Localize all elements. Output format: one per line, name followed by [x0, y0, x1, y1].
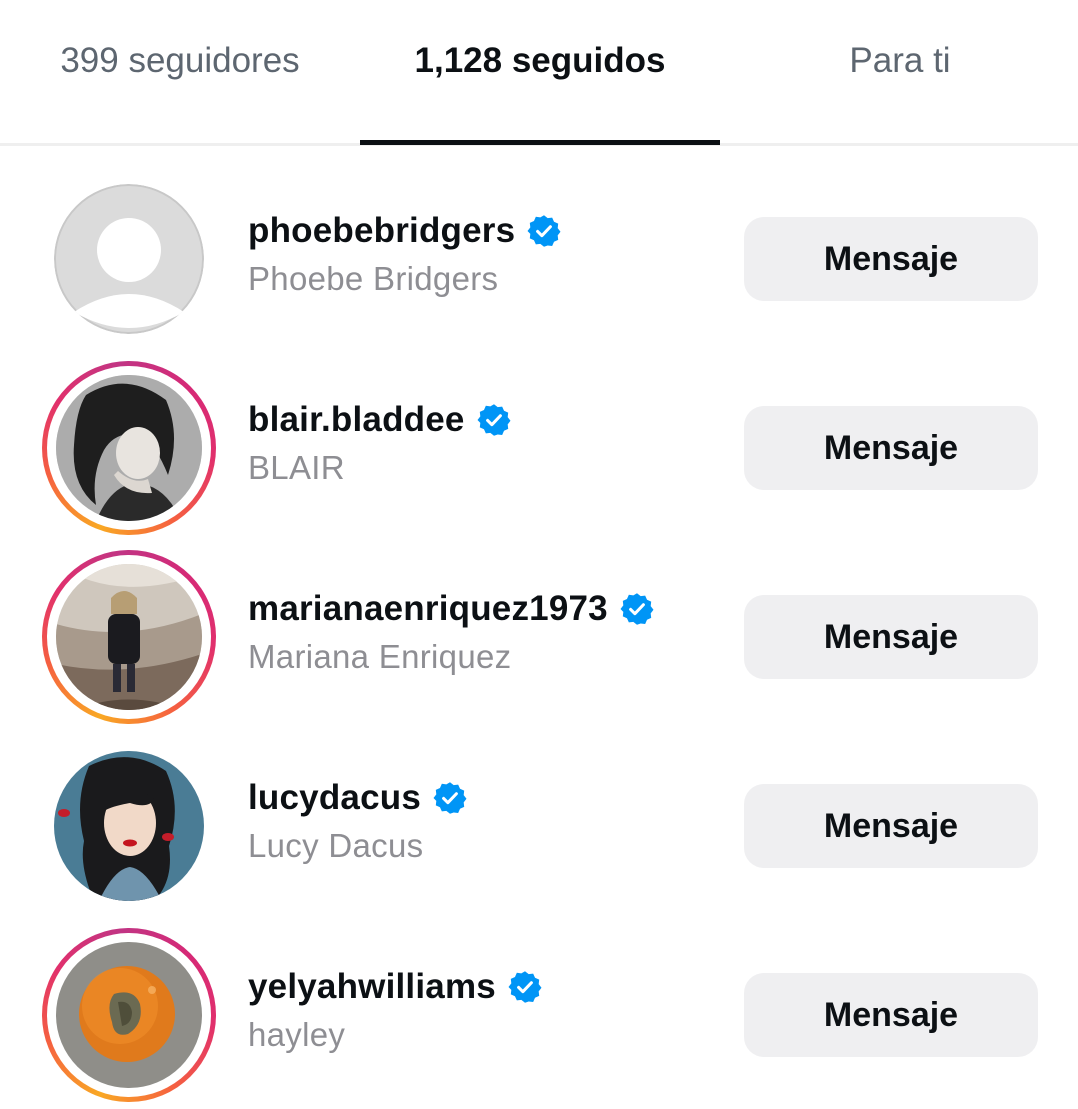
verified-badge-icon [527, 214, 561, 248]
message-button[interactable]: Mensaje [744, 406, 1038, 490]
full-name: Phoebe Bridgers [248, 260, 499, 297]
tab-for-you[interactable]: Para ti [720, 0, 1078, 143]
avatar[interactable] [42, 172, 216, 346]
tab-followers[interactable]: 399 seguidores [0, 0, 360, 143]
full-name: hayley [248, 1016, 346, 1053]
list-item[interactable]: lucydacus Lucy Dacus Mensaje [0, 731, 1078, 920]
active-tab-indicator [360, 140, 720, 145]
full-name: Lucy Dacus [248, 827, 424, 864]
avatar[interactable] [42, 739, 216, 913]
list-item[interactable]: phoebebridgers Phoebe Bridgers Mensaje [0, 164, 1078, 353]
avatar [56, 375, 202, 521]
default-avatar-icon [54, 184, 204, 334]
avatar-story-ring[interactable] [42, 928, 216, 1102]
avatar [56, 564, 202, 710]
verified-badge-icon [508, 970, 542, 1004]
list-item[interactable]: yelyahwilliams hayley Mensaje [0, 920, 1078, 1109]
message-button[interactable]: Mensaje [744, 784, 1038, 868]
verified-badge-icon [433, 781, 467, 815]
username[interactable]: marianaenriquez1973 [248, 589, 608, 629]
message-button[interactable]: Mensaje [744, 217, 1038, 301]
username[interactable]: phoebebridgers [248, 211, 515, 251]
verified-badge-icon [620, 592, 654, 626]
tab-following[interactable]: 1,128 seguidos [360, 0, 720, 143]
avatar-story-ring[interactable] [42, 361, 216, 535]
username[interactable]: yelyahwilliams [248, 967, 496, 1007]
following-list: phoebebridgers Phoebe Bridgers Mensaje b… [0, 164, 1078, 1109]
verified-badge-icon [477, 403, 511, 437]
message-button[interactable]: Mensaje [744, 973, 1038, 1057]
full-name: Mariana Enriquez [248, 638, 512, 675]
avatar-story-ring[interactable] [42, 550, 216, 724]
username[interactable]: lucydacus [248, 778, 421, 818]
message-button[interactable]: Mensaje [744, 595, 1038, 679]
list-item[interactable]: marianaenriquez1973 Mariana Enriquez Men… [0, 542, 1078, 731]
list-item[interactable]: blair.bladdee BLAIR Mensaje [0, 353, 1078, 542]
tab-bar: 399 seguidores 1,128 seguidos Para ti [0, 0, 1078, 146]
full-name: BLAIR [248, 449, 345, 486]
avatar [56, 942, 202, 1088]
username[interactable]: blair.bladdee [248, 400, 465, 440]
